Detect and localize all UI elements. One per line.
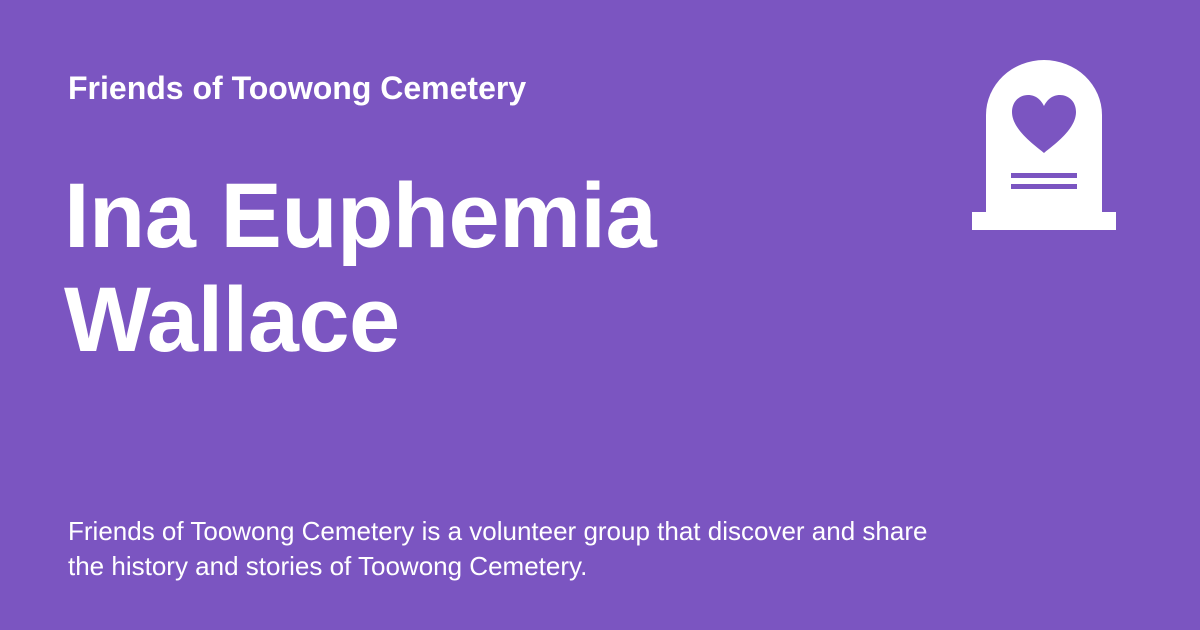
organization-name: Friends of Toowong Cemetery [68,70,527,106]
page-title: Ina Euphemia Wallace [64,165,657,371]
headstone-heart-icon [972,60,1116,230]
social-share-card: Friends of Toowong Cemetery Ina Euphemia… [0,0,1200,630]
organization-description: Friends of Toowong Cemetery is a volunte… [68,516,928,581]
headstone-base [972,212,1116,230]
inscription-line [1011,173,1077,178]
inscription-line [1011,184,1077,189]
